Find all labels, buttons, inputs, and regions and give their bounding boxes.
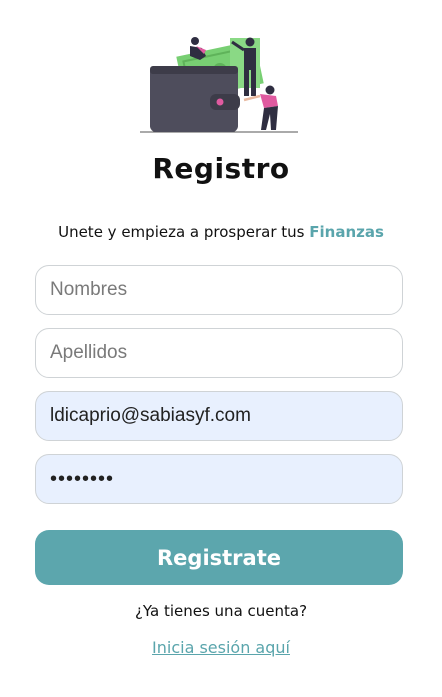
password-input[interactable] xyxy=(35,454,403,504)
nombres-input[interactable] xyxy=(35,265,403,315)
subtitle-text: Unete y empieza a prosperar tus xyxy=(58,223,310,241)
login-link[interactable]: Inicia sesión aquí xyxy=(0,638,442,657)
page-subtitle: Unete y empieza a prosperar tus Finanzas xyxy=(0,223,442,241)
register-button[interactable]: Registrate xyxy=(35,530,403,585)
apellidos-input[interactable] xyxy=(35,328,403,378)
register-page: Registro Unete y empieza a prosperar tus… xyxy=(0,0,442,697)
account-question: ¿Ya tienes una cuenta? xyxy=(134,602,308,620)
subtitle-accent: Finanzas xyxy=(309,223,384,241)
page-title: Registro xyxy=(152,152,290,185)
email-input[interactable] xyxy=(35,391,403,441)
wallet-money-illustration-icon xyxy=(140,37,298,133)
